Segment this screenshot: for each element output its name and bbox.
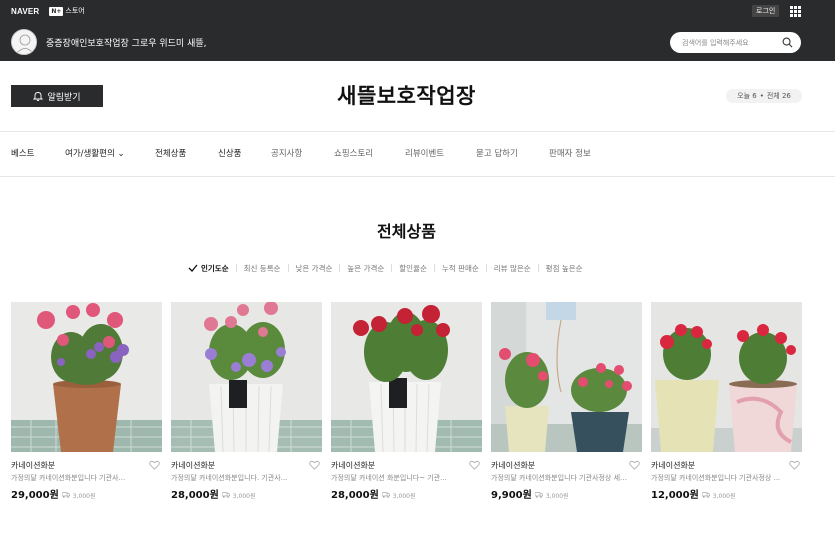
search-input[interactable]	[682, 38, 782, 47]
product-image[interactable]	[171, 302, 322, 452]
sort-newest[interactable]: 최신 등록순	[244, 263, 281, 274]
category-nav: 베스트 여가/생활편의 ⌄ 전체상품 신상품 공지사항 쇼핑스토리 리뷰이벤트 …	[0, 147, 835, 161]
nav-shopping-story[interactable]: 쇼핑스토리	[334, 147, 373, 159]
sort-separator	[433, 264, 435, 272]
product-description: 가정의달 카네이션화분입니다 기관사정상 ...	[651, 474, 781, 482]
top-bar: NAVER N+ 스토어 로그인 중증장애인보호작업장 그로우 위드미 새뜰,	[0, 0, 835, 61]
product-image[interactable]	[11, 302, 162, 452]
nstore-mark: N+	[49, 6, 64, 16]
divider	[0, 131, 835, 132]
sort-separator	[339, 264, 341, 272]
product-name[interactable]: 카네이션화분	[331, 460, 482, 471]
visitors-total: 전체 26	[766, 92, 791, 100]
price-row: 12,000원 3,000원	[651, 486, 802, 501]
shipping-fee: 3,000원	[545, 493, 569, 500]
product-card[interactable]: 카네이션화분 가정의달 카네이션화분입니다. 기관사... 28,000원 3,…	[171, 302, 322, 501]
sort-price-low[interactable]: 낮은 가격순	[296, 263, 333, 274]
shipping-fee: 3,000원	[232, 493, 256, 500]
sort-separator	[485, 264, 487, 272]
heart-icon[interactable]	[309, 460, 320, 470]
product-description: 가정의달 카네이션화분입니다 기관사...	[11, 474, 126, 482]
nav-all-products[interactable]: 전체상품	[155, 147, 186, 159]
store-description: 중증장애인보호작업장 그로우 위드미 새뜰,	[46, 39, 207, 49]
truck-icon	[221, 492, 230, 498]
divider	[0, 176, 835, 177]
search-box[interactable]	[670, 32, 801, 53]
nav-best[interactable]: 베스트	[11, 147, 34, 159]
sort-options: 인기도순 최신 등록순 낮은 가격순 높은 가격순 할인율순 누적 판매순 리뷰…	[188, 262, 583, 274]
sort-price-high[interactable]: 높은 가격순	[347, 263, 384, 274]
product-image[interactable]	[331, 302, 482, 452]
price-row: 28,000원 3,000원	[171, 486, 322, 501]
check-icon	[188, 264, 198, 272]
product-price: 29,000원	[11, 490, 59, 501]
heart-icon[interactable]	[149, 460, 160, 470]
price-row: 9,900원 3,000원	[491, 486, 642, 501]
visitors-separator: •	[759, 92, 764, 100]
nstore-logo[interactable]: N+ 스토어	[49, 6, 85, 16]
product-description: 가정의달 카네이션화분입니다 기관사정상 세종...	[491, 474, 631, 482]
nav-qna[interactable]: 묻고 답하기	[476, 147, 518, 159]
heart-icon[interactable]	[629, 460, 640, 470]
store-avatar[interactable]	[11, 29, 37, 55]
product-name[interactable]: 카네이션화분	[651, 460, 802, 471]
product-name[interactable]: 카네이션화분	[171, 460, 322, 471]
store-title[interactable]: 새뜰보호작업장	[0, 80, 813, 110]
shipping-fee: 3,000원	[392, 493, 416, 500]
apps-grid-icon[interactable]	[790, 6, 801, 17]
product-card[interactable]: 카네이션화분 가정의달 카네이션화분입니다 기관사정상 ... 12,000원 …	[651, 302, 802, 501]
sort-popular[interactable]: 인기도순	[201, 263, 229, 274]
truck-icon	[61, 492, 70, 498]
truck-icon	[534, 492, 543, 498]
visitor-count: 오늘 6 • 전체 26	[726, 89, 802, 103]
nav-notice[interactable]: 공지사항	[271, 147, 302, 159]
sort-separator	[287, 264, 289, 272]
shipping-fee: 3,000원	[72, 493, 96, 500]
product-image[interactable]	[491, 302, 642, 452]
product-price: 9,900원	[491, 490, 532, 501]
product-image[interactable]	[651, 302, 802, 452]
truck-icon	[701, 492, 710, 498]
section-title: 전체상품	[377, 222, 436, 241]
price-row: 29,000원 3,000원	[11, 486, 162, 501]
product-name[interactable]: 카네이션화분	[491, 460, 642, 471]
heart-icon[interactable]	[469, 460, 480, 470]
nav-new-products[interactable]: 신상품	[218, 147, 241, 159]
visitors-today: 오늘 6	[737, 92, 757, 100]
shipping-fee: 3,000원	[712, 493, 736, 500]
nav-leisure[interactable]: 여가/생활편의 ⌄	[65, 147, 125, 159]
product-description: 가정의달 카네이션 화분입니다~ 기관...	[331, 474, 447, 482]
product-description: 가정의달 카네이션화분입니다. 기관사...	[171, 474, 288, 482]
product-price: 28,000원	[171, 490, 219, 501]
nav-review-event[interactable]: 리뷰이벤트	[405, 147, 444, 159]
product-price: 28,000원	[331, 490, 379, 501]
sort-separator	[537, 264, 539, 272]
sort-rating[interactable]: 평점 높은순	[546, 263, 583, 274]
product-name[interactable]: 카네이션화분	[11, 460, 162, 471]
sort-discount[interactable]: 할인율순	[399, 263, 427, 274]
brand-row: NAVER N+ 스토어	[11, 5, 85, 17]
price-row: 28,000원 3,000원	[331, 486, 482, 501]
product-card[interactable]: 카네이션화분 가정의달 카네이션 화분입니다~ 기관... 28,000원 3,…	[331, 302, 482, 501]
product-card[interactable]: 카네이션화분 가정의달 카네이션화분입니다 기관사정상 세종... 9,900원…	[491, 302, 642, 501]
product-price: 12,000원	[651, 490, 699, 501]
product-card[interactable]: 카네이션화분 가정의달 카네이션화분입니다 기관사... 29,000원 3,0…	[11, 302, 162, 501]
sort-sales[interactable]: 누적 판매순	[442, 263, 479, 274]
nav-seller-info[interactable]: 판매자 정보	[549, 147, 591, 159]
search-icon[interactable]	[782, 37, 793, 48]
truck-icon	[381, 492, 390, 498]
sort-reviews[interactable]: 리뷰 많은순	[494, 263, 531, 274]
naver-logo[interactable]: NAVER	[11, 7, 39, 16]
nstore-label: 스토어	[65, 7, 85, 15]
sort-separator	[391, 264, 393, 272]
heart-icon[interactable]	[789, 460, 800, 470]
sort-separator	[235, 264, 237, 272]
login-button[interactable]: 로그인	[752, 5, 780, 17]
